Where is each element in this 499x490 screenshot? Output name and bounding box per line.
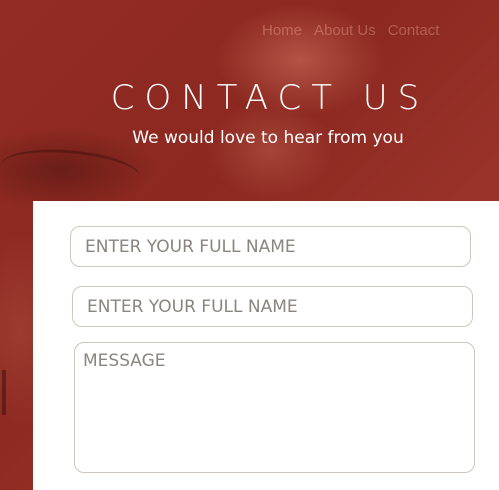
second-name-input[interactable] [72,286,473,327]
nav-item-about-us[interactable]: About Us [314,22,376,39]
page-subtitle: We would love to hear from you [132,128,404,148]
nav-item-contact[interactable]: Contact [388,22,440,39]
contact-form-panel [33,201,499,490]
top-navigation: Home About Us Contact [262,22,451,39]
decorative-brush-stroke [0,140,143,203]
nav-item-home[interactable]: Home [262,22,302,39]
full-name-input[interactable] [70,226,471,267]
message-textarea[interactable] [74,342,475,473]
page-title: CONTACT US [110,78,430,118]
decorative-brush-stroke [2,370,6,415]
